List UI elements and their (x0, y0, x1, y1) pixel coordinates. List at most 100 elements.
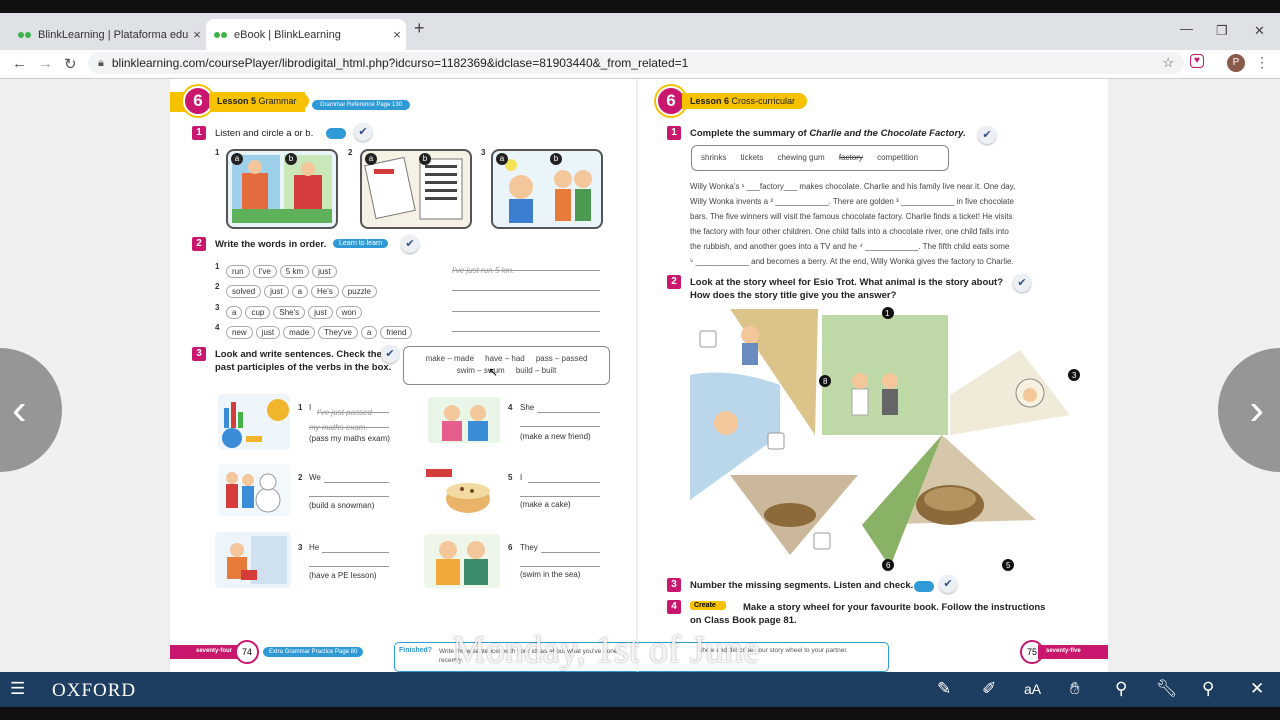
answer-line[interactable] (452, 280, 600, 291)
item-number: 1 (298, 403, 303, 412)
segment-label: 6 (886, 561, 891, 570)
answer-line[interactable] (541, 542, 600, 553)
avatar[interactable]: P (1227, 54, 1245, 72)
answer-line[interactable] (452, 301, 600, 312)
grammar-reference-tag[interactable]: Grammar Reference Page 130 (312, 100, 411, 110)
option-b-marker[interactable]: b (550, 153, 562, 165)
item-number: 1 (215, 262, 220, 271)
text-size-icon[interactable]: aA (1024, 681, 1041, 697)
word-chip: They've (318, 326, 358, 339)
close-icon[interactable]: ✕ (1250, 679, 1264, 699)
item-number: 6 (508, 543, 513, 552)
next-page-button[interactable]: › (1218, 348, 1280, 472)
check-button[interactable]: ✔ (401, 235, 419, 253)
exercise-2-number: 2 (192, 237, 206, 251)
option-b-marker[interactable]: b (285, 153, 297, 165)
answer-line[interactable] (309, 486, 389, 497)
hand-icon[interactable]: ✋︎ (1070, 679, 1080, 699)
check-button[interactable]: ✔ (354, 123, 372, 141)
word-bank-item: tickets (740, 153, 764, 162)
tab-blinklearning[interactable]: BlinkLearning | Plataforma educa × (10, 19, 206, 50)
extra-practice-tag[interactable]: Extra Grammar Practice Page 80 (263, 647, 364, 657)
menu-icon[interactable]: ⋮ (1255, 54, 1269, 71)
picture-option-2[interactable]: a b (360, 149, 472, 229)
new-tab-button[interactable]: + (414, 18, 425, 39)
maximize-button[interactable]: ❐ (1216, 23, 1228, 39)
answer-line[interactable]: my maths exam. (309, 417, 389, 432)
bottom-toolbar: ☰ OXFORD ✎ ✐ aA ✋︎ ⚲ 🔧︎ ⚲ ✕ (0, 672, 1280, 707)
picture-option-1[interactable]: a b (226, 149, 338, 229)
favicon-icon (18, 30, 32, 40)
search-icon[interactable]: ⚲ (1202, 679, 1214, 699)
verb-hint: (make a cake) (520, 500, 571, 509)
back-icon[interactable]: ← (12, 55, 27, 72)
marker-icon[interactable]: ✐ (982, 679, 996, 699)
answer-line[interactable] (520, 556, 600, 567)
address-bar-row: ← → ↻ 🔒︎ blinklearning.com/coursePlayer/… (0, 50, 1280, 79)
audio-icon[interactable] (326, 128, 346, 139)
answer-line[interactable] (309, 556, 389, 567)
sentence-start: I (309, 403, 312, 412)
page-number: 74 (235, 640, 259, 664)
summary-line: the factory with four other children. On… (690, 227, 1009, 236)
learn-to-learn-tag[interactable]: Learn to learn (333, 239, 389, 248)
close-window-button[interactable]: ✕ (1254, 23, 1265, 39)
word-bank: shrinks tickets chewing gum factory comp… (691, 145, 949, 171)
exercise-2-instruction: Write the words in order. (215, 239, 327, 250)
check-button[interactable]: ✔ (1013, 274, 1031, 292)
pencil-icon[interactable]: ✎ (937, 679, 951, 699)
previous-page-button[interactable]: ‹ (0, 348, 62, 472)
option-a-marker[interactable]: a (496, 153, 508, 165)
word-chip: I've (252, 265, 277, 278)
answer-line[interactable] (528, 472, 600, 483)
answer-line[interactable]: I've just run 5 km. (452, 260, 600, 275)
word-chip: He's (311, 285, 339, 298)
exercise-3-instruction-line2: past participles of the verbs in the box… (215, 362, 392, 373)
bookmark-star-icon[interactable]: ☆ (1162, 55, 1174, 71)
option-a-marker[interactable]: a (231, 153, 243, 165)
exercise-1-instruction: Listen and circle a or b. (215, 128, 314, 139)
answer-line[interactable] (324, 472, 389, 483)
page-word: seventy-five (1046, 648, 1081, 654)
tab-ebook[interactable]: eBook | BlinkLearning × (206, 19, 406, 50)
lesson-label: Lesson 6 (690, 96, 730, 106)
word-chip: solved (226, 285, 262, 298)
url-field[interactable]: 🔒︎ blinklearning.com/coursePlayer/librod… (88, 52, 1184, 74)
picture-option-3[interactable]: a b (491, 149, 603, 229)
close-icon[interactable]: × (188, 27, 206, 42)
sentence-start: They (520, 543, 538, 552)
audio-icon[interactable] (914, 581, 934, 592)
screen-bottom-bar (0, 707, 1280, 720)
verb-hint: (pass my maths exam) (309, 434, 390, 443)
check-button[interactable]: ✔ (939, 575, 957, 593)
summary-line: Willy Wonka invents a ² ____________. Th… (690, 197, 1014, 206)
answer-example: my maths exam. (309, 423, 368, 432)
minimize-button[interactable]: — (1180, 21, 1193, 36)
answer-line[interactable] (520, 416, 600, 427)
lesson-topic: Cross-curricular (731, 96, 796, 106)
sentence-start: She (520, 403, 535, 412)
pe-lesson-picture (215, 532, 291, 588)
option-a-marker[interactable]: a (365, 153, 377, 165)
answer-line[interactable] (452, 321, 600, 332)
wrench-icon[interactable]: 🔧︎ (1156, 679, 1178, 699)
menu-hamburger-icon[interactable]: ☰ (10, 679, 25, 699)
answer-line[interactable] (520, 486, 600, 497)
pointer-icon[interactable]: ⚲ (1115, 679, 1127, 699)
answer-line[interactable] (322, 542, 389, 553)
answer-line[interactable] (537, 402, 600, 413)
close-icon[interactable]: × (388, 27, 406, 42)
word-bank-item: competition (877, 153, 919, 162)
sentence-start: We (309, 473, 321, 482)
reload-icon[interactable]: ↻ (64, 55, 77, 73)
forward-icon[interactable]: → (38, 55, 53, 72)
answer-line[interactable]: I've just passed (317, 402, 389, 417)
item-number: 5 (508, 473, 513, 482)
check-button[interactable]: ✔ (978, 126, 996, 144)
option-b-marker[interactable]: b (419, 153, 431, 165)
check-button[interactable]: ✔ (381, 345, 399, 363)
extension-icon[interactable]: ♥ (1190, 54, 1204, 68)
exercise-4-instruction-line2: on Class Book page 81. (690, 615, 797, 626)
exercise-1-number: 1 (667, 126, 681, 140)
test-papers-illustration (364, 156, 463, 220)
